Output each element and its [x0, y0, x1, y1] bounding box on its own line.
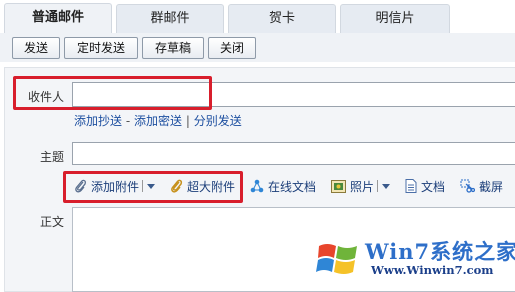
photo-label: 照片 [350, 179, 375, 194]
add-attachment-button[interactable]: 添加附件 [74, 176, 156, 196]
large-attachment-button[interactable]: 超大附件 [170, 176, 235, 196]
document-icon [405, 179, 417, 193]
scissors-icon [460, 179, 475, 193]
screenshot-label: 截屏 [479, 179, 504, 194]
divider [142, 180, 144, 192]
pipe-separator: | [185, 114, 190, 128]
add-bcc-link[interactable]: 添加密送 [134, 114, 182, 128]
large-attachment-label: 超大附件 [187, 179, 236, 194]
screenshot-button[interactable]: 截屏 [460, 176, 503, 196]
divider [377, 180, 379, 192]
picture-icon [331, 179, 346, 193]
document-label: 文档 [421, 179, 446, 194]
windows-logo-icon [316, 244, 357, 274]
compose-toolbar: 发送 定时发送 存草稿 关闭 [0, 33, 515, 62]
paperclip-icon [75, 179, 86, 193]
online-doc-label: 在线文档 [268, 179, 317, 194]
add-attachment-label: 添加附件 [91, 179, 140, 194]
tab-group-mail[interactable]: 群邮件 [116, 4, 224, 33]
watermark: Win7系统之家 Www.Winwin7.com [313, 230, 515, 285]
watermark-title: Win7系统之家 [365, 239, 515, 264]
photo-button[interactable]: 照片 [331, 176, 391, 196]
save-draft-button[interactable]: 存草稿 [142, 37, 204, 59]
send-button[interactable]: 发送 [12, 37, 60, 59]
recipient-highlight-box [13, 76, 212, 110]
add-cc-link[interactable]: 添加抄送 [74, 114, 122, 128]
chevron-down-icon[interactable] [382, 183, 391, 189]
close-button[interactable]: 关闭 [208, 37, 256, 59]
tab-normal-mail[interactable]: 普通邮件 [4, 3, 112, 33]
watermark-url: Www.Winwin7.com [371, 263, 494, 277]
tab-greeting-card[interactable]: 贺卡 [228, 4, 336, 33]
body-label: 正文 [39, 215, 64, 229]
tab-postcard[interactable]: 明信片 [340, 4, 450, 33]
scheduled-send-button[interactable]: 定时发送 [64, 37, 138, 59]
recipient-options: 添加抄送 - 添加密送 | 分别发送 [74, 112, 242, 129]
document-button[interactable]: 文档 [405, 176, 445, 196]
chevron-down-icon[interactable] [147, 183, 156, 189]
paperclip-gold-icon [171, 179, 183, 193]
subject-label: 主题 [39, 150, 64, 164]
share-nodes-icon [250, 179, 264, 193]
dash-separator: - [125, 114, 131, 128]
separate-send-link[interactable]: 分别发送 [194, 114, 242, 128]
online-doc-button[interactable]: 在线文档 [250, 176, 316, 196]
subject-input[interactable] [72, 142, 515, 165]
compose-tabs: 普通邮件 群邮件 贺卡 明信片 [0, 0, 515, 33]
